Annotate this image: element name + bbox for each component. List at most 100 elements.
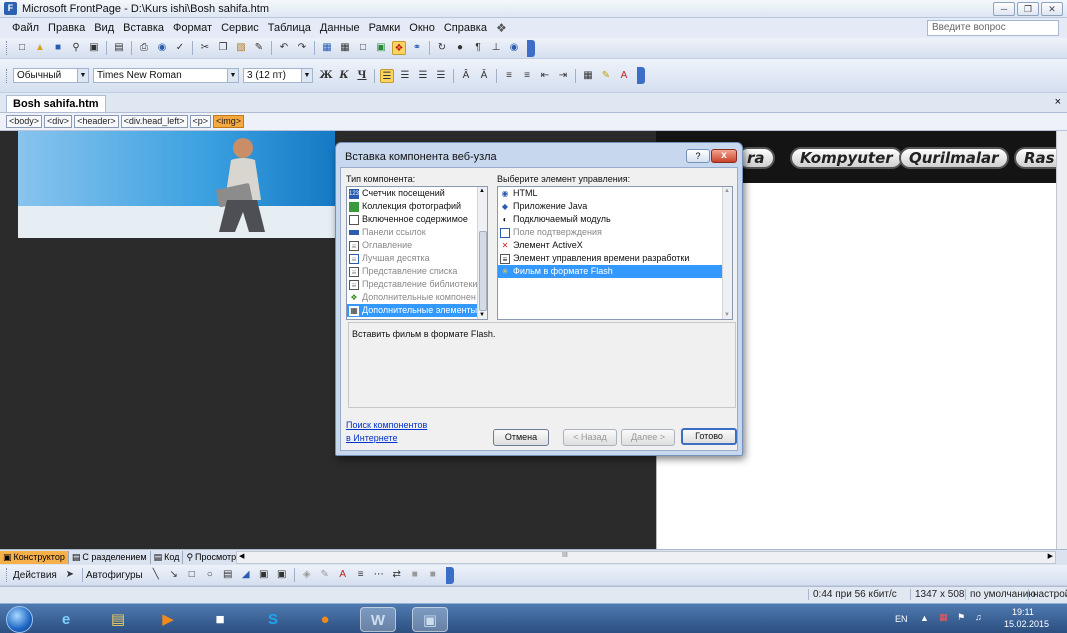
vertical-scrollbar[interactable] (1056, 131, 1067, 549)
increase-indent-icon[interactable]: ⇥ (556, 69, 570, 83)
bullets-icon[interactable]: ≡ (520, 69, 534, 83)
page-dimensions[interactable]: 1347 x 508 (910, 589, 969, 600)
dialog-help-button[interactable]: ? (686, 149, 710, 163)
tab-design[interactable]: ▣ Конструктор (0, 551, 69, 564)
drawing-icon[interactable]: ❖ (392, 41, 406, 55)
ask-question-input[interactable]: Введите вопрос (927, 20, 1059, 36)
menu-table[interactable]: Таблица (268, 22, 311, 34)
style-select[interactable]: Обычный ▼ (13, 68, 89, 83)
justify-icon[interactable]: ☰ (434, 69, 448, 83)
insert-table-icon[interactable]: ▦ (338, 41, 352, 55)
ie-icon[interactable]: e (48, 607, 84, 632)
language-indicator[interactable]: EN (895, 614, 908, 624)
menu-format[interactable]: Формат (173, 22, 212, 34)
nav-item-ras[interactable]: Ras (1014, 147, 1056, 169)
search-components-link-line2[interactable]: в Интернете (346, 433, 397, 443)
insert-layer-icon[interactable]: □ (356, 41, 370, 55)
tag-div-head-left[interactable]: <div.head_left> (120, 115, 188, 128)
cancel-button[interactable]: Отмена (493, 429, 549, 446)
dialog-close-button[interactable]: x (711, 149, 737, 163)
shadow-icon[interactable]: ■ (408, 568, 422, 582)
increase-font-icon[interactable]: Â (459, 69, 473, 83)
save-icon[interactable]: ■ (51, 41, 65, 55)
spelling-icon[interactable]: ✓ (173, 41, 187, 55)
numbering-icon[interactable]: ≡ (502, 69, 516, 83)
font-select[interactable]: Times New Roman ▼ (93, 68, 239, 83)
clock-date[interactable]: 15.02.2015 (1004, 619, 1049, 629)
publish-icon[interactable]: ▣ (87, 41, 101, 55)
menu-frames[interactable]: Рамки (369, 22, 401, 34)
line-icon[interactable]: ╲ (149, 568, 163, 582)
toolbar-options[interactable] (445, 566, 454, 584)
font-color-draw-icon[interactable]: A (336, 568, 350, 582)
align-center-icon[interactable]: ☰ (398, 69, 412, 83)
list-item[interactable]: ✕ Элемент ActiveX (498, 239, 732, 252)
highlight-icon[interactable]: ✎ (599, 69, 613, 83)
web-component-icon[interactable]: ▦ (320, 41, 334, 55)
redo-icon[interactable]: ↷ (295, 41, 309, 55)
menu-file[interactable]: Файл (12, 22, 39, 34)
clipart-icon[interactable]: ▣ (257, 568, 271, 582)
print-icon[interactable]: ⎙ (137, 41, 151, 55)
arrow-style-icon[interactable]: ⇄ (390, 568, 404, 582)
frontpage-icon[interactable]: ▣ (412, 607, 448, 632)
component-type-list[interactable]: 123 Счетчик посещений Коллекция фотографи… (346, 186, 488, 320)
tab-split[interactable]: ▤ С разделением (69, 551, 151, 564)
list-item[interactable]: Коллекция фотографий (347, 200, 487, 213)
minimize-button[interactable]: ─ (993, 2, 1015, 16)
insert-image-icon[interactable]: ▣ (275, 568, 289, 582)
list-item[interactable]: ≡ Представление списка (347, 265, 487, 278)
help-assistant-icon[interactable]: ❖ (496, 21, 507, 35)
menu-edit[interactable]: Правка (48, 22, 85, 34)
insert-picture-icon[interactable]: ▣ (374, 41, 388, 55)
tab-code[interactable]: ▤ Код (151, 551, 184, 564)
toolbar-grip[interactable] (6, 68, 9, 83)
decrease-indent-icon[interactable]: ⇤ (538, 69, 552, 83)
open-icon[interactable]: ▲ (33, 41, 47, 55)
action-center-icon[interactable]: ⚑ (957, 612, 965, 623)
list-item[interactable]: ❖ Дополнительные компонен (347, 291, 487, 304)
menu-tools[interactable]: Сервис (221, 22, 259, 34)
3d-icon[interactable]: ■ (426, 568, 440, 582)
finish-button[interactable]: Готово (681, 428, 737, 445)
menu-data[interactable]: Данные (320, 22, 360, 34)
tab-preview[interactable]: ⚲ Просмотр (183, 551, 241, 564)
tab-bosh-sahifa[interactable]: Bosh sahifa.htm (6, 95, 106, 112)
autoshapes-menu[interactable]: Автофигуры (86, 570, 143, 581)
wordart-icon[interactable]: ◢ (239, 568, 253, 582)
settings-indicator[interactable]: настройка (1028, 589, 1067, 600)
firefox-icon[interactable]: ● (307, 607, 343, 632)
tag-div[interactable]: <div> (44, 115, 73, 128)
preview-in-browser-icon[interactable]: ◉ (155, 41, 169, 55)
list-item[interactable]: ◉ HTML (498, 187, 732, 200)
rectangle-icon[interactable]: □ (185, 568, 199, 582)
tag-p[interactable]: <p> (189, 115, 212, 128)
list-item[interactable]: ≡ Представление библиотеки (347, 278, 487, 291)
list-item[interactable]: ≡ Оглавление (347, 239, 487, 252)
list-item[interactable]: Включенное содержимое (347, 213, 487, 226)
stop-icon[interactable]: ● (453, 41, 467, 55)
list-item-selected[interactable]: ✳ Фильм в формате Flash (498, 265, 732, 278)
line-style-icon[interactable]: ≡ (354, 568, 368, 582)
decrease-font-icon[interactable]: Ǎ (477, 69, 491, 83)
list-item[interactable]: ◐ Подключаемый модуль (498, 213, 732, 226)
show-hidden-icons[interactable]: ▲ (920, 613, 929, 623)
line-color-icon[interactable]: ✎ (318, 568, 332, 582)
search-icon[interactable]: ⚲ (69, 41, 83, 55)
toolbar-options[interactable] (637, 67, 645, 84)
arrow-icon[interactable]: ↘ (167, 568, 181, 582)
underline-button[interactable]: Ч (355, 69, 369, 83)
nav-item-kompyuter[interactable]: Kompyuter (790, 147, 903, 169)
menu-view[interactable]: Вид (94, 22, 114, 34)
media-player-icon[interactable]: ▶ (150, 607, 186, 632)
search-components-link[interactable]: Поиск компонентов (346, 420, 427, 430)
show-all-icon[interactable]: ¶ (471, 41, 485, 55)
list-item[interactable]: Панели ссылок (347, 226, 487, 239)
cut-icon[interactable]: ✂ (198, 41, 212, 55)
restore-button[interactable]: ❐ (1017, 2, 1039, 16)
bold-button[interactable]: Ж (319, 69, 333, 83)
explorer-icon[interactable]: ▤ (100, 607, 136, 632)
list-item[interactable]: ≡ Лучшая десятка (347, 252, 487, 265)
list-item[interactable]: ◆ Приложение Java (498, 200, 732, 213)
close-window-button[interactable]: ✕ (1041, 2, 1063, 16)
